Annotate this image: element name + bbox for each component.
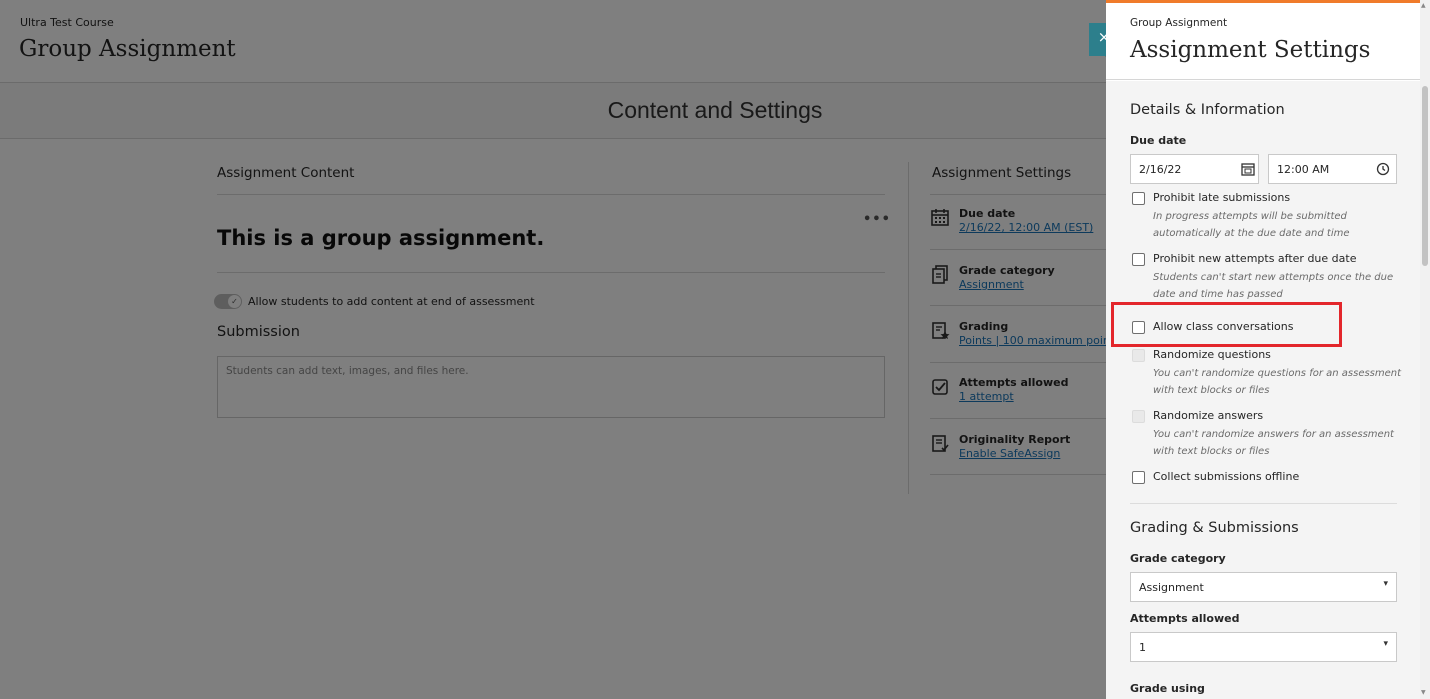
checkbox[interactable]	[1132, 253, 1145, 266]
attempts-label: Attempts allowed	[1130, 612, 1240, 625]
option-help: In progress attempts will be submitted a…	[1153, 211, 1350, 239]
details-title: Details & Information	[1130, 102, 1285, 118]
modal-overlay[interactable]	[0, 0, 1106, 699]
option-help: You can't randomize answers for an asses…	[1153, 429, 1394, 457]
grade-using-label: Grade using	[1130, 682, 1205, 695]
panel-header: Group Assignment Assignment Settings	[1106, 3, 1420, 80]
checkbox[interactable]	[1132, 192, 1145, 205]
option-label: Randomize questions	[1153, 348, 1271, 361]
scroll-up-icon[interactable]: ▲	[1421, 2, 1426, 9]
app-root: Ultra Test Course Group Assignment Conte…	[0, 0, 1430, 699]
grading-title: Grading & Submissions	[1130, 520, 1299, 536]
option-help: You can't randomize questions for an ass…	[1153, 368, 1402, 396]
checkbox[interactable]	[1132, 471, 1145, 484]
calendar-icon[interactable]	[1241, 162, 1255, 176]
caret-down-icon: ▾	[1383, 639, 1388, 649]
divider	[1130, 503, 1397, 504]
settings-panel: Group Assignment Assignment Settings Det…	[1106, 0, 1430, 699]
due-time-value: 12:00 AM	[1277, 163, 1330, 176]
grade-category-label: Grade category	[1130, 552, 1226, 565]
due-date-value: 2/16/22	[1139, 163, 1182, 176]
due-date-input[interactable]: 2/16/22	[1130, 154, 1259, 184]
clock-icon[interactable]	[1376, 162, 1390, 176]
option-help: Students can't start new attempts once t…	[1153, 272, 1394, 300]
option-label: Collect submissions offline	[1153, 470, 1300, 483]
option-label: Prohibit new attempts after due date	[1153, 252, 1357, 265]
checkbox	[1132, 410, 1145, 423]
grade-category-select[interactable]: Assignment ▾	[1130, 572, 1397, 602]
attempts-value: 1	[1139, 641, 1146, 654]
panel-title: Assignment Settings	[1130, 37, 1371, 63]
highlight-box	[1111, 302, 1342, 347]
checkbox	[1132, 349, 1145, 362]
option-label: Randomize answers	[1153, 409, 1264, 422]
scroll-down-icon[interactable]: ▼	[1421, 689, 1426, 696]
caret-down-icon: ▾	[1383, 579, 1388, 589]
scrollbar-thumb[interactable]	[1422, 86, 1428, 266]
panel-subtitle: Group Assignment	[1130, 17, 1228, 29]
grade-category-value: Assignment	[1139, 581, 1204, 594]
due-time-input[interactable]: 12:00 AM	[1268, 154, 1397, 184]
option-label: Prohibit late submissions	[1153, 191, 1291, 204]
attempts-select[interactable]: 1 ▾	[1130, 632, 1397, 662]
due-date-label: Due date	[1130, 134, 1187, 147]
